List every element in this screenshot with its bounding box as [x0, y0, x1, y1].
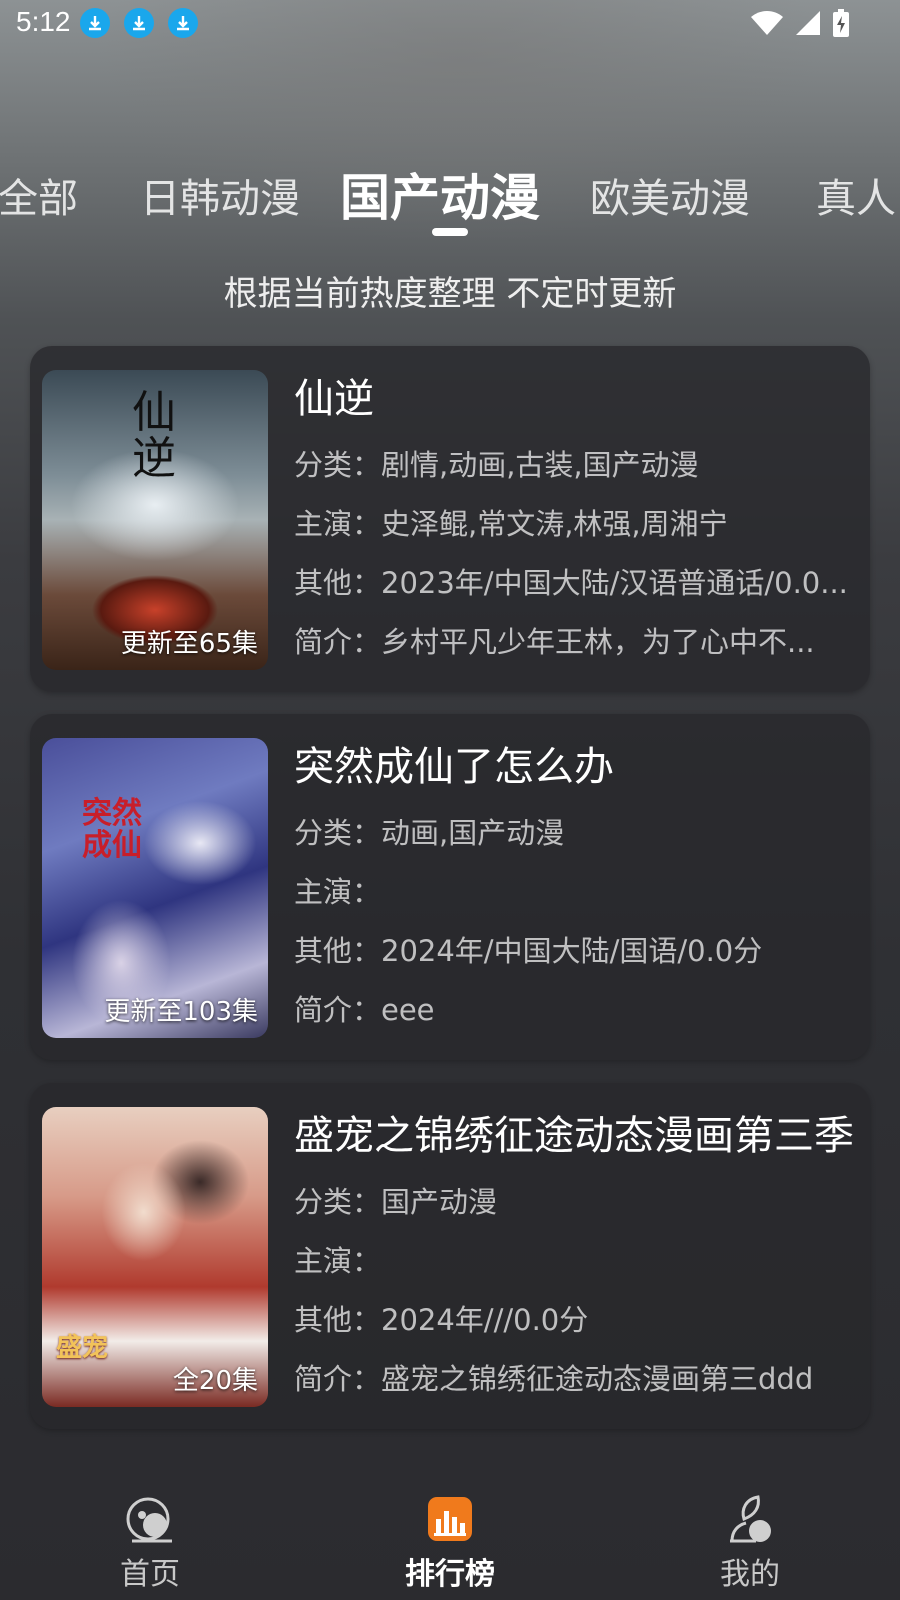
- ranking-icon: [424, 1493, 476, 1545]
- download-notification-icon: [168, 8, 198, 38]
- card-cast: 主演：: [294, 875, 382, 909]
- ranking-card[interactable]: 仙逆 更新至65集 仙逆 分类：剧情,动画,古装,国产动漫 主演：史泽鲲,常文涛…: [30, 346, 870, 692]
- card-category: 分类：动画,国产动漫: [294, 816, 565, 850]
- card-title: 盛宠之锦绣征途动态漫画第三季: [294, 1113, 854, 1159]
- nav-profile-label: 我的: [720, 1557, 780, 1592]
- episode-badge: 更新至103集: [104, 997, 258, 1027]
- card-cast: 主演：: [294, 1244, 382, 1278]
- tab-all[interactable]: 全部: [0, 166, 78, 224]
- signal-icon: [796, 11, 820, 35]
- nav-profile[interactable]: 我的: [650, 1475, 850, 1593]
- tab-chinese-anime[interactable]: 国产动漫: [340, 158, 540, 230]
- nav-home-label: 首页: [120, 1557, 180, 1592]
- card-title: 仙逆: [294, 376, 374, 422]
- category-tabs: 全部 日韩动漫 国产动漫 欧美动漫 真人: [0, 150, 900, 230]
- bottom-navigation: 首页 排行榜 我的: [0, 1475, 900, 1600]
- ranking-subtitle: 根据当前热度整理 不定时更新: [223, 274, 677, 314]
- profile-icon: [724, 1493, 776, 1545]
- download-notification-icon: [80, 8, 110, 38]
- poster-logo: 盛宠: [56, 1333, 109, 1363]
- home-icon: [124, 1493, 176, 1545]
- poster-logo: 仙逆: [132, 387, 176, 484]
- card-title: 突然成仙了怎么办: [294, 744, 614, 790]
- episode-badge: 更新至65集: [120, 629, 258, 659]
- tab-japanese-korean-anime[interactable]: 日韩动漫: [140, 166, 300, 224]
- wifi-icon: [751, 11, 783, 35]
- card-intro: 简介：eee: [294, 993, 435, 1027]
- poster-image[interactable]: 突然 成仙 更新至103集: [42, 738, 268, 1038]
- card-intro: 简介：乡村平凡少年王林，为了心中不...: [294, 625, 815, 659]
- poster-logo: 突然 成仙: [82, 796, 142, 863]
- card-other: 其他：2023年/中国大陆/汉语普通话/0.0...: [294, 566, 848, 600]
- card-intro: 简介：盛宠之锦绣征途动态漫画第三ddd: [294, 1362, 814, 1396]
- card-category: 分类：国产动漫: [294, 1185, 498, 1219]
- tab-western-anime[interactable]: 欧美动漫: [590, 166, 750, 224]
- poster-image[interactable]: 仙逆 更新至65集: [42, 370, 268, 670]
- status-time: 5:12: [16, 6, 71, 37]
- download-notification-icon: [124, 8, 154, 38]
- poster-image[interactable]: 盛宠 全20集: [42, 1107, 268, 1407]
- card-category: 分类：剧情,动画,古装,国产动漫: [294, 448, 699, 482]
- active-tab-indicator: [432, 228, 468, 236]
- card-cast: 主演：史泽鲲,常文涛,林强,周湘宁: [294, 507, 728, 541]
- nav-ranking-label: 排行榜: [405, 1557, 495, 1592]
- status-bar: 5:12: [0, 0, 900, 48]
- ranking-card[interactable]: 突然 成仙 更新至103集 突然成仙了怎么办 分类：动画,国产动漫 主演： 其他：…: [30, 714, 870, 1060]
- card-other: 其他：2024年/中国大陆/国语/0.0分: [294, 934, 763, 968]
- episode-badge: 全20集: [172, 1366, 258, 1396]
- nav-ranking[interactable]: 排行榜: [350, 1475, 550, 1593]
- card-other: 其他：2024年///0.0分: [294, 1303, 589, 1337]
- battery-icon: [833, 9, 849, 37]
- nav-home[interactable]: 首页: [50, 1475, 250, 1593]
- tab-live-action[interactable]: 真人: [816, 166, 896, 224]
- ranking-card[interactable]: 盛宠 全20集 盛宠之锦绣征途动态漫画第三季 分类：国产动漫 主演： 其他：20…: [30, 1083, 870, 1429]
